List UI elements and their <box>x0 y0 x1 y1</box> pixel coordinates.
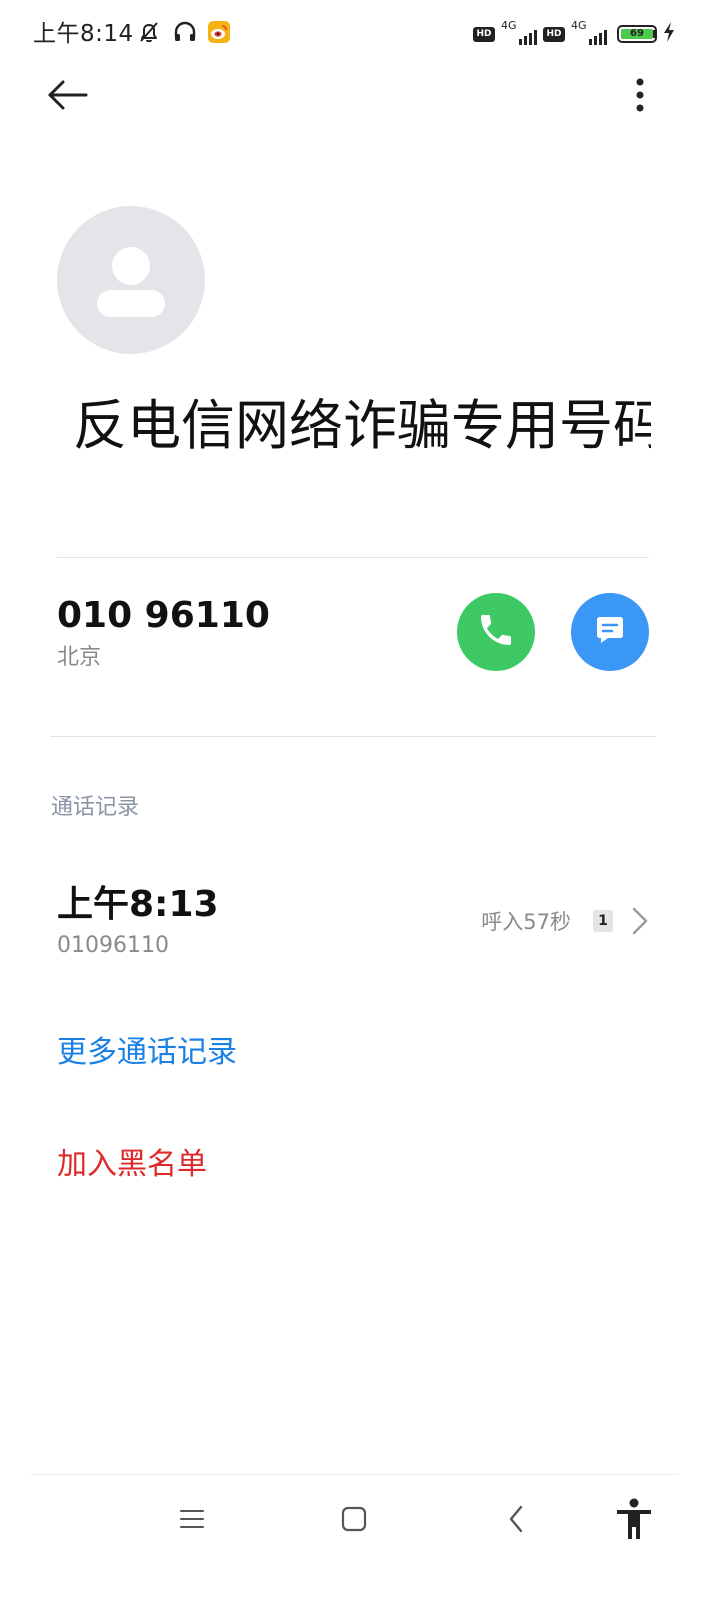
more-call-records-link[interactable]: 更多通话记录 <box>57 1032 237 1074</box>
call-log-title: 通话记录 <box>51 795 140 820</box>
accessibility-icon <box>614 1497 654 1545</box>
phone-icon <box>476 610 516 654</box>
status-bar: 上午8:14 HD 4G HD 4G 69 <box>0 0 720 68</box>
divider <box>57 557 649 558</box>
more-options-button[interactable] <box>620 72 660 122</box>
number-location: 北京 <box>57 645 102 670</box>
more-vertical-icon <box>635 77 645 117</box>
battery-icon: 69 <box>617 25 657 43</box>
hd-icon: HD <box>543 26 565 42</box>
status-icons-left <box>136 20 230 48</box>
weibo-icon <box>208 21 230 47</box>
message-icon <box>591 611 629 653</box>
call-log-number: 01096110 <box>57 933 169 958</box>
signal-icon: 4G <box>571 19 607 47</box>
back-icon <box>507 1504 525 1538</box>
contact-name-text: 反电信网络诈骗专用号码 <box>73 394 651 457</box>
network-type-2: 4G <box>571 19 587 32</box>
sim-badge: 1 <box>593 910 613 932</box>
person-icon <box>57 247 205 354</box>
divider <box>50 736 656 737</box>
message-button[interactable] <box>571 593 649 671</box>
network-type-1: 4G <box>501 19 517 32</box>
bell-off-icon <box>136 19 162 49</box>
system-back-button[interactable] <box>486 1494 546 1548</box>
back-button[interactable] <box>40 72 94 122</box>
navigation-bar <box>0 1474 720 1600</box>
add-to-blacklist-button[interactable]: 加入黑名单 <box>57 1144 207 1186</box>
hd-icon: HD <box>473 26 495 42</box>
headphones-icon <box>172 19 198 49</box>
avatar <box>57 206 205 354</box>
menu-icon <box>179 1507 205 1535</box>
accessibility-button[interactable] <box>604 1494 664 1548</box>
home-icon <box>340 1505 368 1537</box>
call-log-detail: 呼入57秒 <box>481 910 571 934</box>
charging-icon <box>662 21 676 47</box>
call-log-time: 上午8:13 <box>57 884 219 925</box>
home-button[interactable] <box>324 1494 384 1548</box>
status-time: 上午8:14 <box>33 21 134 47</box>
menu-button[interactable] <box>162 1494 222 1548</box>
call-button[interactable] <box>457 593 535 671</box>
arrow-left-icon <box>44 78 90 116</box>
signal-icon: 4G <box>501 19 537 47</box>
phone-number: 010 96110 <box>57 595 270 636</box>
contact-name: 反电信网络诈骗专用号码 <box>57 386 651 466</box>
call-log-entry[interactable]: 上午8:13 01096110 呼入57秒 1 <box>57 880 651 970</box>
chevron-right-icon <box>629 906 651 936</box>
status-icons-right: HD 4G HD 4G 69 <box>473 19 676 48</box>
battery-level: 69 <box>621 29 653 39</box>
